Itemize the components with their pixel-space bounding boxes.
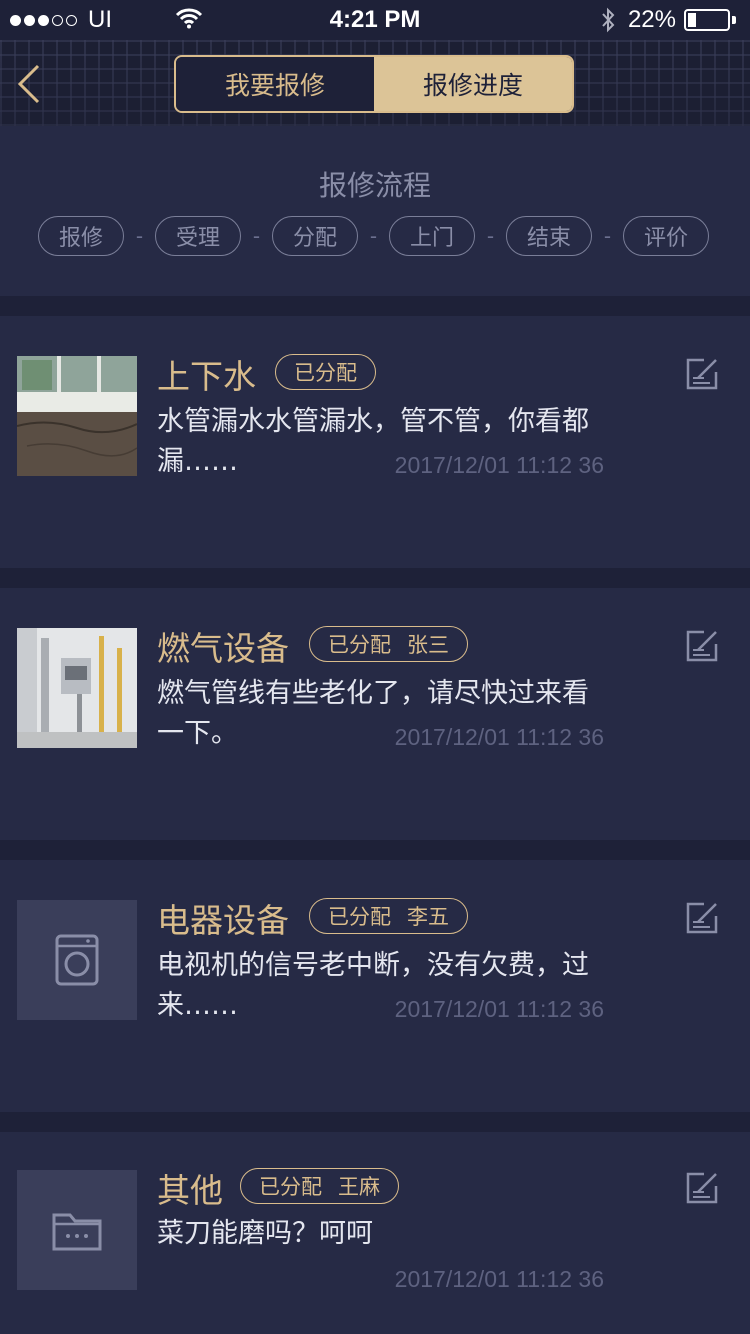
repair-category: 上下水: [157, 357, 256, 396]
battery-percentage: 22%: [627, 6, 676, 33]
step-rate: 评价: [623, 216, 709, 256]
repair-description: 菜刀能磨吗？呵呵: [157, 1218, 373, 1249]
edit-icon[interactable]: [684, 1170, 720, 1206]
step-report: 报修: [38, 216, 124, 256]
back-arrow-icon[interactable]: [14, 62, 50, 106]
repair-category: 电器设备: [157, 901, 289, 940]
step-assign: 分配: [272, 216, 358, 256]
assignee-name: 王麻: [338, 1175, 380, 1199]
folder-icon: [52, 1213, 102, 1251]
status-label: 已分配: [259, 1175, 322, 1199]
edit-icon[interactable]: [684, 628, 720, 664]
status-badge: 已分配 王麻: [240, 1168, 399, 1204]
status-label: 已分配: [294, 361, 357, 385]
repair-thumbnail: [17, 900, 137, 1020]
repair-time: 2017/12/01 11:12 36: [394, 452, 604, 478]
step-separator: -: [369, 224, 378, 248]
repair-time: 2017/12/01 11:12 36: [394, 996, 604, 1022]
battery-icon: [684, 9, 730, 31]
battery-level: [688, 13, 697, 27]
assignee-name: 李五: [407, 905, 449, 929]
repair-category: 燃气设备: [157, 629, 289, 668]
repair-item[interactable]: 燃气设备 已分配 张三 燃气管线有些老化了，请尽快过来看一下。 2017/12/…: [0, 588, 750, 840]
repair-item[interactable]: 电器设备 已分配 李五 电视机的信号老中断，没有欠费，过来…… 2017/12/…: [0, 860, 750, 1112]
tab-repair-progress[interactable]: 报修进度: [374, 57, 572, 111]
step-separator: -: [252, 224, 261, 248]
status-label: 已分配: [328, 633, 391, 657]
status-badge: 已分配 李五: [309, 898, 468, 934]
repair-time: 2017/12/01 11:12 36: [394, 1266, 604, 1292]
edit-icon[interactable]: [684, 356, 720, 392]
nav-bar: 我要报修 报修进度: [0, 40, 750, 126]
washing-machine-icon: [55, 934, 99, 986]
repair-photo: [17, 356, 137, 476]
process-steps: 报修 - 受理 - 分配 - 上门 - 结束 - 评价: [38, 216, 709, 256]
step-separator: -: [486, 224, 495, 248]
step-finish: 结束: [506, 216, 592, 256]
status-label: 已分配: [328, 905, 391, 929]
status-badge: 已分配: [275, 354, 376, 390]
repair-photo: [17, 628, 137, 748]
step-separator: -: [135, 224, 144, 248]
tab-report-repair[interactable]: 我要报修: [176, 57, 374, 111]
repair-process-panel: 报修流程 报修 - 受理 - 分配 - 上门 - 结束 - 评价: [0, 126, 750, 296]
process-title: 报修流程: [318, 169, 431, 202]
assignee-name: 张三: [407, 633, 449, 657]
repair-item[interactable]: 上下水 已分配 水管漏水水管漏水，管不管，你看都漏…… 2017/12/01 1…: [0, 316, 750, 568]
edit-icon[interactable]: [684, 900, 720, 936]
repair-thumbnail: [17, 1170, 137, 1290]
step-accept: 受理: [155, 216, 241, 256]
step-visit: 上门: [389, 216, 475, 256]
status-bar: UI 4:21 PM 22%: [0, 0, 750, 40]
tab-switcher: 我要报修 报修进度: [174, 55, 574, 113]
repair-category: 其他: [157, 1171, 223, 1210]
repair-item[interactable]: 其他 已分配 王麻 菜刀能磨吗？呵呵 2017/12/01 11:12 36: [0, 1132, 750, 1334]
status-badge: 已分配 张三: [309, 626, 468, 662]
bluetooth-icon: [602, 7, 615, 33]
repair-time: 2017/12/01 11:12 36: [394, 724, 604, 750]
step-separator: -: [603, 224, 612, 248]
